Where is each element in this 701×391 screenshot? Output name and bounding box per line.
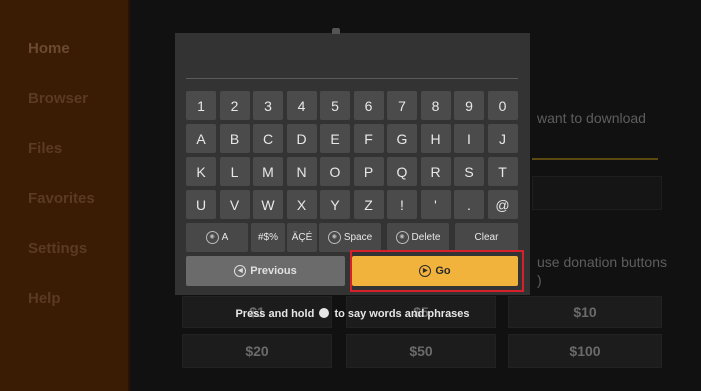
key-label: ÄÇÉ xyxy=(291,232,313,243)
key-3-9[interactable]: @ xyxy=(487,190,518,219)
key-0-2[interactable]: 3 xyxy=(253,91,283,120)
key-accents[interactable]: ÄÇÉ xyxy=(287,223,317,252)
background-divider xyxy=(532,158,658,160)
key-2-5[interactable]: P xyxy=(353,157,384,186)
delete-icon: ◉ xyxy=(395,231,409,244)
background-text: use donation buttons xyxy=(537,254,667,270)
key-3-7[interactable]: ' xyxy=(420,190,451,219)
keyboard-notch xyxy=(332,28,340,34)
key-label: Delete xyxy=(411,232,441,243)
hint-text-before: Press and hold xyxy=(235,308,315,320)
key-0-3[interactable]: 4 xyxy=(286,91,317,120)
microphone-icon xyxy=(319,308,330,318)
donation-button[interactable]: $50 xyxy=(346,334,496,368)
background-input xyxy=(532,176,662,210)
key-3-8[interactable]: . xyxy=(454,190,484,219)
key-space[interactable]: ◉ Space xyxy=(319,223,381,252)
key-1-0[interactable]: A xyxy=(186,124,216,153)
key-2-2[interactable]: M xyxy=(253,157,283,186)
key-label: Clear xyxy=(474,232,499,243)
key-1-6[interactable]: G xyxy=(387,124,417,153)
key-0-5[interactable]: 6 xyxy=(353,91,384,120)
sidebar-item-help[interactable]: Help xyxy=(28,290,61,307)
sidebar-item-browser[interactable]: Browser xyxy=(28,90,88,107)
text-input-field[interactable] xyxy=(186,40,518,79)
space-icon: ◉ xyxy=(327,231,341,244)
key-1-7[interactable]: H xyxy=(420,124,451,153)
key-3-2[interactable]: W xyxy=(253,190,283,219)
previous-button[interactable]: ◀ Previous xyxy=(186,256,345,286)
key-3-0[interactable]: U xyxy=(186,190,216,219)
key-3-5[interactable]: Z xyxy=(353,190,384,219)
key-0-7[interactable]: 8 xyxy=(420,91,451,120)
key-2-7[interactable]: R xyxy=(420,157,451,186)
donation-button[interactable]: $20 xyxy=(182,334,332,368)
key-1-9[interactable]: J xyxy=(487,124,518,153)
key-0-6[interactable]: 7 xyxy=(387,91,417,120)
hint-text-after: to say words and phrases xyxy=(334,308,470,320)
sidebar-item-files[interactable]: Files xyxy=(28,140,62,157)
key-0-4[interactable]: 5 xyxy=(320,91,350,120)
key-symbols[interactable]: #$% xyxy=(251,223,285,252)
key-0-1[interactable]: 2 xyxy=(219,91,250,120)
key-2-3[interactable]: N xyxy=(286,157,317,186)
key-label: Space xyxy=(343,232,373,243)
sidebar-item-home[interactable]: Home xyxy=(28,40,70,57)
key-1-8[interactable]: I xyxy=(454,124,484,153)
key-delete[interactable]: ◉ Delete xyxy=(387,223,449,252)
key-2-1[interactable]: L xyxy=(219,157,250,186)
sidebar-item-settings[interactable]: Settings xyxy=(28,240,87,257)
voice-hint: Press and hold to say words and phrases xyxy=(175,308,530,320)
donation-button[interactable]: $10 xyxy=(508,296,662,328)
key-1-3[interactable]: D xyxy=(286,124,317,153)
rewind-icon: ◀ xyxy=(234,265,247,277)
key-label: A xyxy=(221,232,229,243)
key-3-6[interactable]: ! xyxy=(387,190,417,219)
previous-label: Previous xyxy=(250,265,297,277)
key-2-0[interactable]: K xyxy=(186,157,216,186)
background-text: ) xyxy=(537,272,542,288)
key-0-9[interactable]: 0 xyxy=(487,91,518,120)
sidebar: Home Browser Files Favorites Settings He… xyxy=(0,0,130,391)
key-1-4[interactable]: E xyxy=(320,124,350,153)
key-2-9[interactable]: T xyxy=(487,157,518,186)
key-1-2[interactable]: C xyxy=(253,124,283,153)
key-3-1[interactable]: V xyxy=(219,190,250,219)
key-2-8[interactable]: S xyxy=(454,157,484,186)
case-toggle-icon: ◉ xyxy=(205,231,219,244)
go-button-highlight xyxy=(350,250,524,292)
key-0-8[interactable]: 9 xyxy=(454,91,484,120)
key-3-4[interactable]: Y xyxy=(320,190,350,219)
key-label: #$% xyxy=(257,232,278,243)
sidebar-item-favorites[interactable]: Favorites xyxy=(28,190,95,207)
key-2-4[interactable]: O xyxy=(320,157,350,186)
key-clear[interactable]: Clear xyxy=(455,223,518,252)
key-1-5[interactable]: F xyxy=(353,124,384,153)
key-case-toggle[interactable]: ◉ A xyxy=(186,223,248,252)
donation-button[interactable]: $100 xyxy=(508,334,662,368)
key-2-6[interactable]: Q xyxy=(387,157,417,186)
key-0-0[interactable]: 1 xyxy=(186,91,216,120)
key-1-1[interactable]: B xyxy=(219,124,250,153)
key-3-3[interactable]: X xyxy=(286,190,317,219)
background-text: want to download xyxy=(537,110,646,126)
